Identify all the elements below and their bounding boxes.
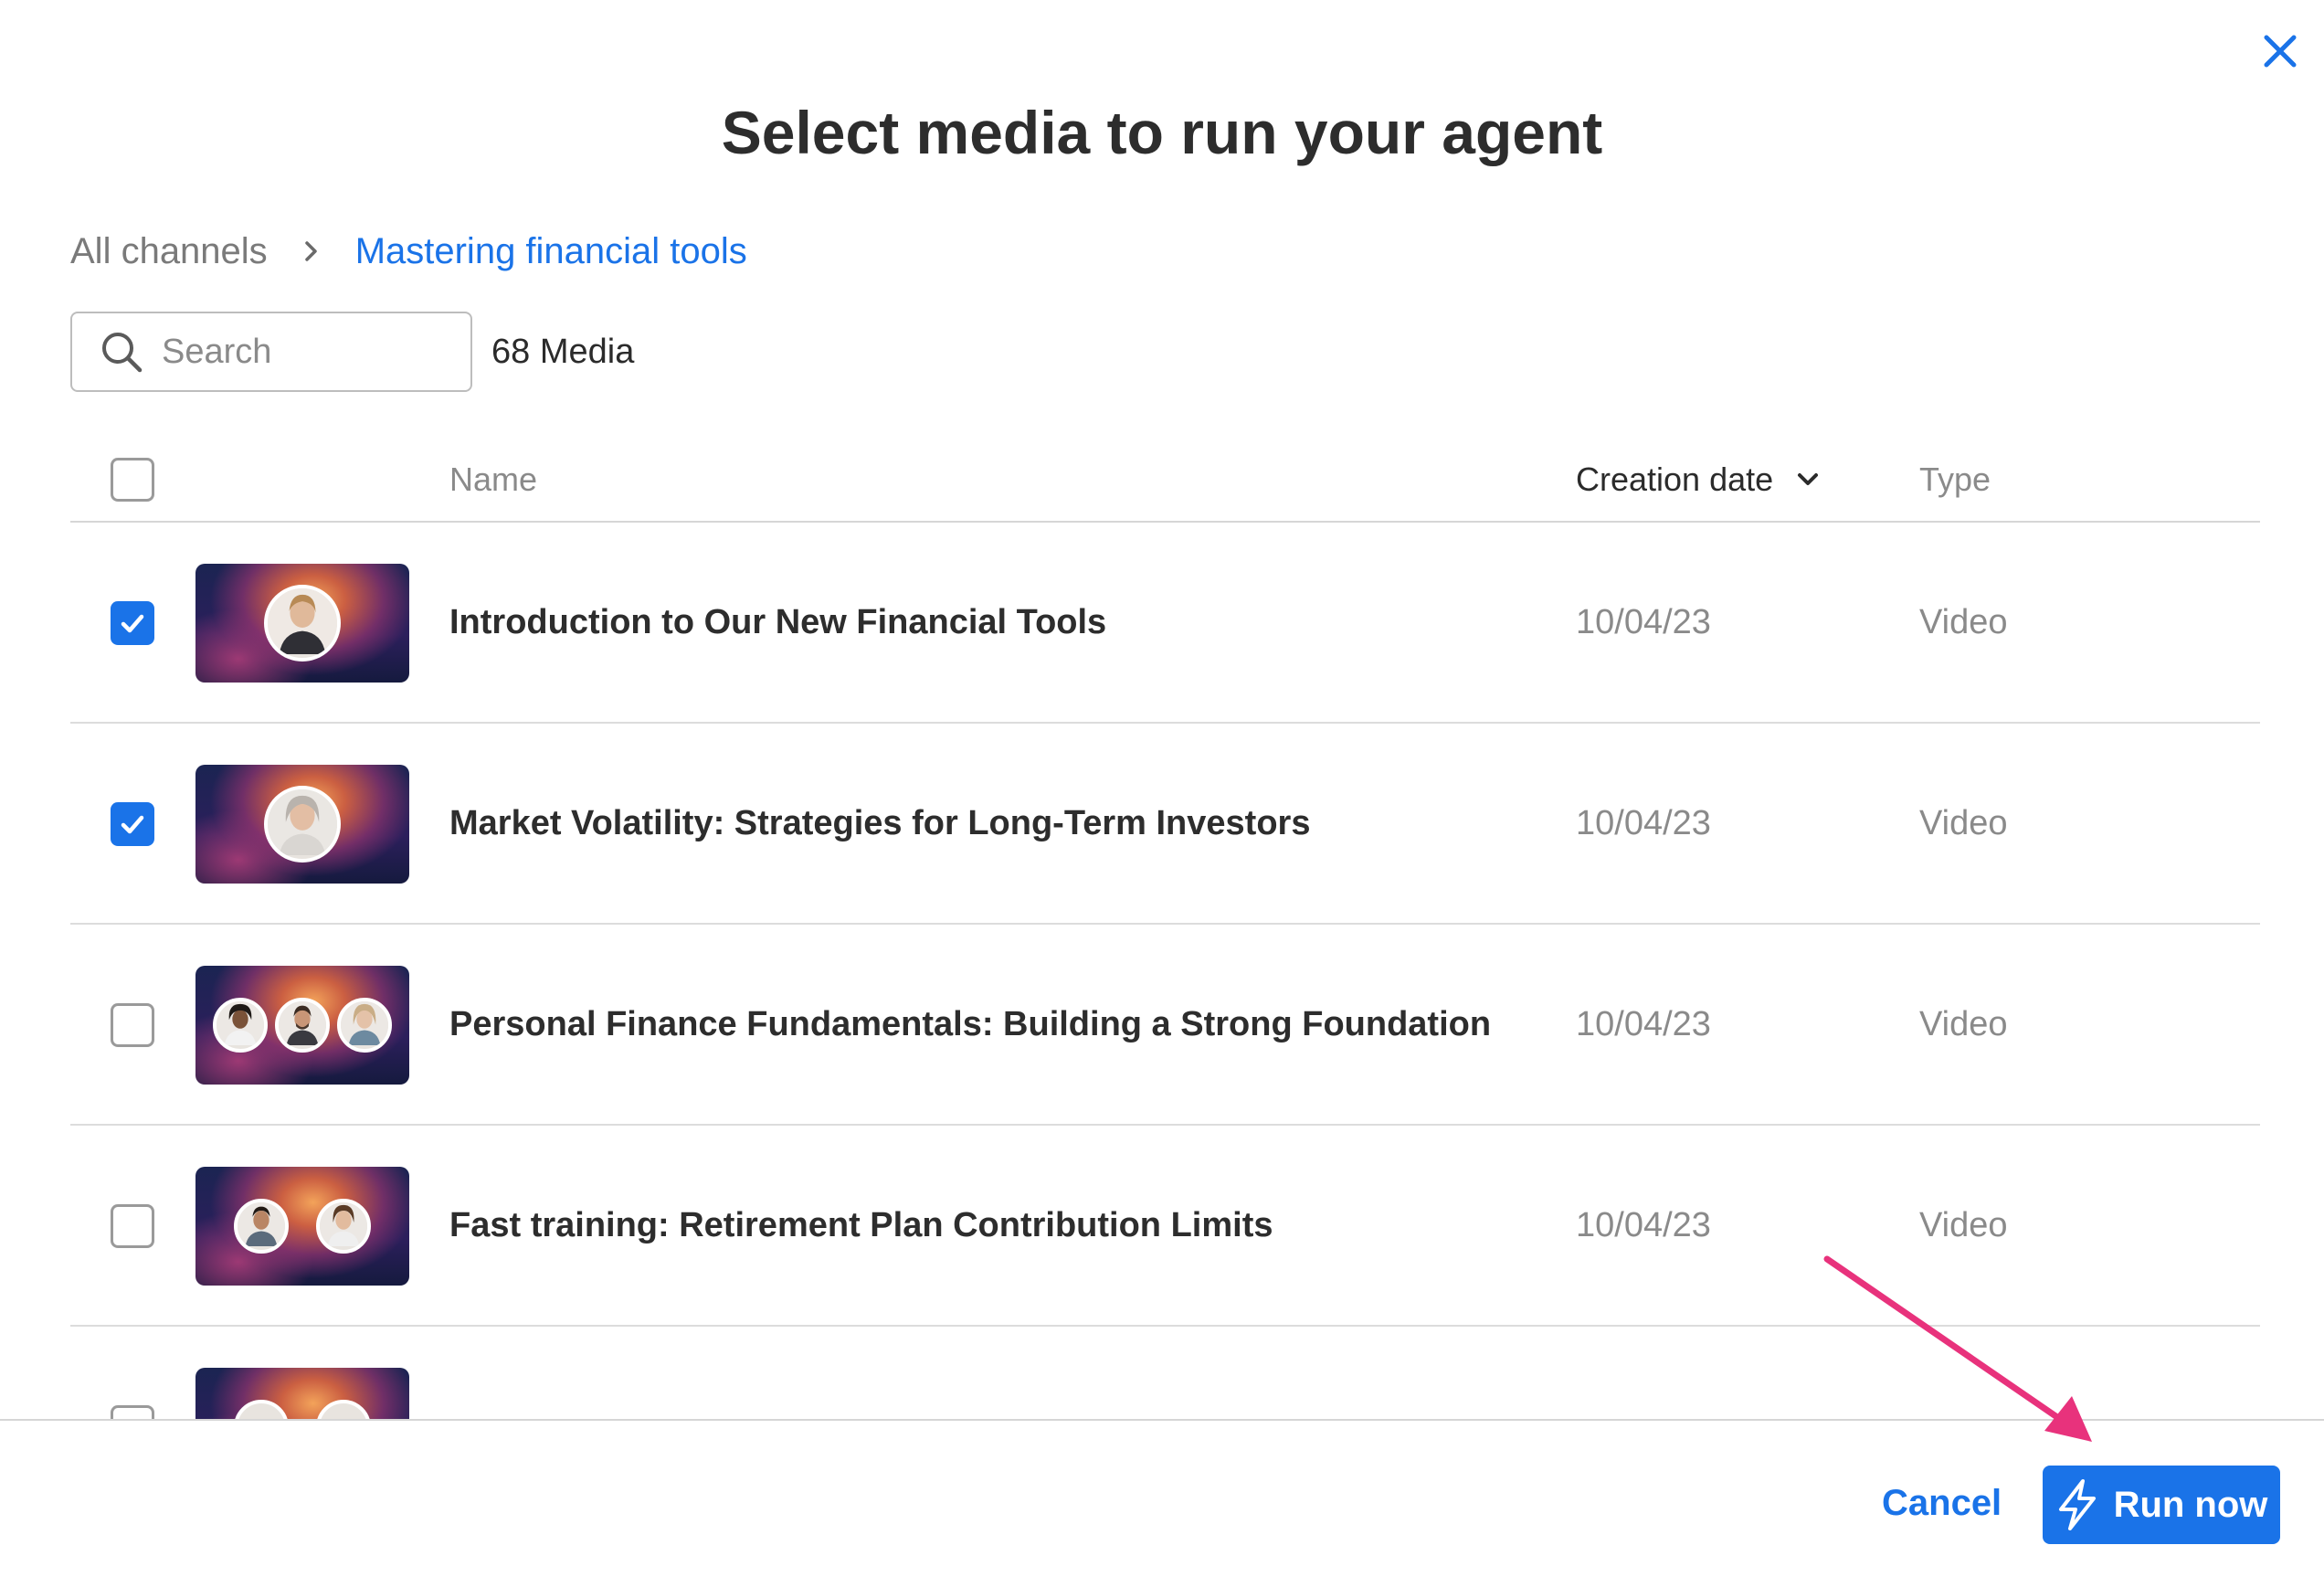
media-thumbnail: [195, 564, 409, 683]
presenter-avatar: [316, 1400, 371, 1419]
breadcrumb-current-channel[interactable]: Mastering financial tools: [355, 231, 747, 272]
media-date: 10/04/23: [1576, 1205, 1711, 1244]
table-row[interactable]: Personal Finance Fundamentals: Building …: [70, 925, 2260, 1126]
select-all-checkbox[interactable]: [111, 458, 154, 502]
search-icon: [102, 333, 143, 373]
presenter-avatar: [213, 998, 268, 1053]
media-date: 10/04/23: [1576, 1004, 1711, 1043]
media-table: Name Creation date Type Introduction to …: [70, 439, 2260, 1419]
media-type: Video: [1919, 803, 2008, 842]
presenter-avatar: [264, 786, 341, 863]
presenter-avatar: [264, 585, 341, 661]
row-checkbox[interactable]: [111, 1204, 154, 1248]
row-checkbox[interactable]: [111, 1405, 154, 1419]
checkmark-icon: [121, 815, 144, 834]
chevron-right-icon: [302, 239, 321, 263]
select-media-dialog: Select media to run your agent All chann…: [0, 0, 2324, 1577]
media-name: Introduction to Our New Financial Tools: [449, 602, 1107, 641]
row-checkbox[interactable]: [111, 802, 154, 846]
run-now-label: Run now: [2113, 1484, 2268, 1525]
chevron-down-icon: [1798, 473, 1819, 485]
media-count: 68 Media: [491, 333, 635, 371]
media-type: Video: [1919, 602, 2008, 641]
presenter-avatar: [234, 1400, 289, 1419]
media-thumbnail: [195, 966, 409, 1085]
media-name: Personal Finance Fundamentals: Building …: [449, 1004, 1492, 1043]
breadcrumb-all-channels[interactable]: All channels: [70, 231, 268, 272]
media-type: Video: [1919, 1004, 2008, 1043]
table-row[interactable]: Introduction to Our New Financial Tools …: [70, 523, 2260, 724]
row-checkbox[interactable]: [111, 1003, 154, 1047]
search-input[interactable]: [162, 332, 454, 372]
media-thumbnail: [195, 1167, 409, 1286]
checkmark-icon: [121, 614, 144, 633]
column-header-type: Type: [1919, 460, 1991, 498]
row-checkbox[interactable]: [111, 601, 154, 645]
dialog-title: Select media to run your agent: [721, 99, 1603, 166]
presenter-avatar: [337, 998, 392, 1053]
presenter-avatar: [234, 1199, 289, 1254]
close-button[interactable]: [2256, 27, 2304, 75]
presenter-avatar: [275, 998, 330, 1053]
table-row[interactable]: Fast training: Retirement Plan Contribut…: [70, 1126, 2260, 1327]
presenter-avatar: [316, 1199, 371, 1254]
lightning-bolt-icon: [2058, 1479, 2096, 1530]
table-header: Name Creation date Type: [70, 439, 2260, 523]
column-header-name: Name: [449, 460, 538, 498]
close-icon: [2264, 35, 2297, 68]
media-name: Fast training: Retirement Plan Contribut…: [449, 1205, 1273, 1244]
search-box[interactable]: [70, 312, 472, 392]
media-thumbnail: [195, 765, 409, 884]
cancel-button[interactable]: Cancel: [1882, 1476, 2002, 1530]
column-header-creation-date[interactable]: Creation date: [1576, 439, 1819, 521]
media-type: Video: [1919, 1205, 2008, 1244]
table-row[interactable]: [70, 1327, 2260, 1419]
media-date: 10/04/23: [1576, 803, 1711, 842]
breadcrumb: All channels Mastering financial tools: [70, 224, 747, 279]
run-now-button[interactable]: Run now: [2043, 1466, 2280, 1544]
table-row[interactable]: Market Volatility: Strategies for Long-T…: [70, 724, 2260, 925]
media-name: Market Volatility: Strategies for Long-T…: [449, 803, 1311, 842]
media-date: 10/04/23: [1576, 602, 1711, 641]
media-thumbnail: [195, 1368, 409, 1419]
dialog-footer: Cancel Run now: [0, 1419, 2324, 1577]
column-header-creation-date-label: Creation date: [1576, 460, 1774, 498]
